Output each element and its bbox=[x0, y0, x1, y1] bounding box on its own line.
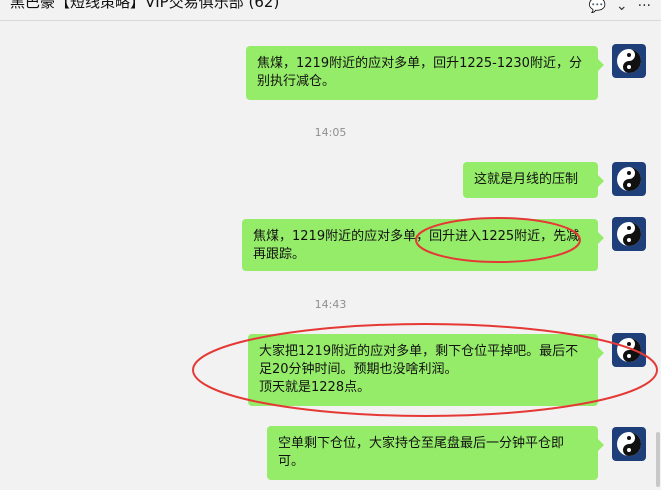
timestamp: 14:05 bbox=[314, 126, 347, 139]
message-bubble[interactable]: 大家把1219附近的应对多单，剩下仓位平掉吧。最后不足20分钟时间。预期也没啥利… bbox=[248, 334, 604, 406]
chat-bubble-icon[interactable]: 💬 bbox=[588, 0, 605, 14]
header-icons: 💬 ⌄ ··· bbox=[588, 0, 651, 14]
yin-yang-icon bbox=[617, 222, 641, 246]
menu-icon[interactable]: ··· bbox=[638, 0, 651, 14]
avatar[interactable] bbox=[612, 162, 646, 196]
avatar[interactable] bbox=[612, 427, 646, 461]
chat-title: 黑巴豪【短线策略】VIP交易俱乐部 (62) bbox=[10, 0, 280, 11]
message-bubble[interactable]: 焦煤，1219附近的应对多单，回升进入1225附近，先减再跟踪。 bbox=[242, 219, 604, 271]
yin-yang-icon bbox=[617, 432, 641, 456]
yin-yang-icon bbox=[617, 49, 641, 73]
avatar[interactable] bbox=[612, 333, 646, 367]
timestamp: 14:43 bbox=[314, 298, 347, 311]
avatar[interactable] bbox=[612, 217, 646, 251]
yin-yang-icon bbox=[617, 167, 641, 191]
yin-yang-icon bbox=[617, 338, 641, 362]
chat-header: 黑巴豪【短线策略】VIP交易俱乐部 (62) 💬 ⌄ ··· bbox=[0, 0, 661, 21]
message-bubble[interactable]: 这就是月线的压制 bbox=[463, 162, 604, 198]
scrollbar[interactable] bbox=[656, 432, 660, 487]
message-bubble[interactable]: 焦煤，1219附近的应对多单，回升1225-1230附近，分别执行减仓。 bbox=[246, 46, 604, 100]
chevron-down-icon[interactable]: ⌄ bbox=[616, 0, 628, 14]
avatar[interactable] bbox=[612, 44, 646, 78]
message-bubble[interactable]: 空单剩下仓位，大家持仓至尾盘最后一分钟平仓即可。 bbox=[267, 426, 604, 480]
